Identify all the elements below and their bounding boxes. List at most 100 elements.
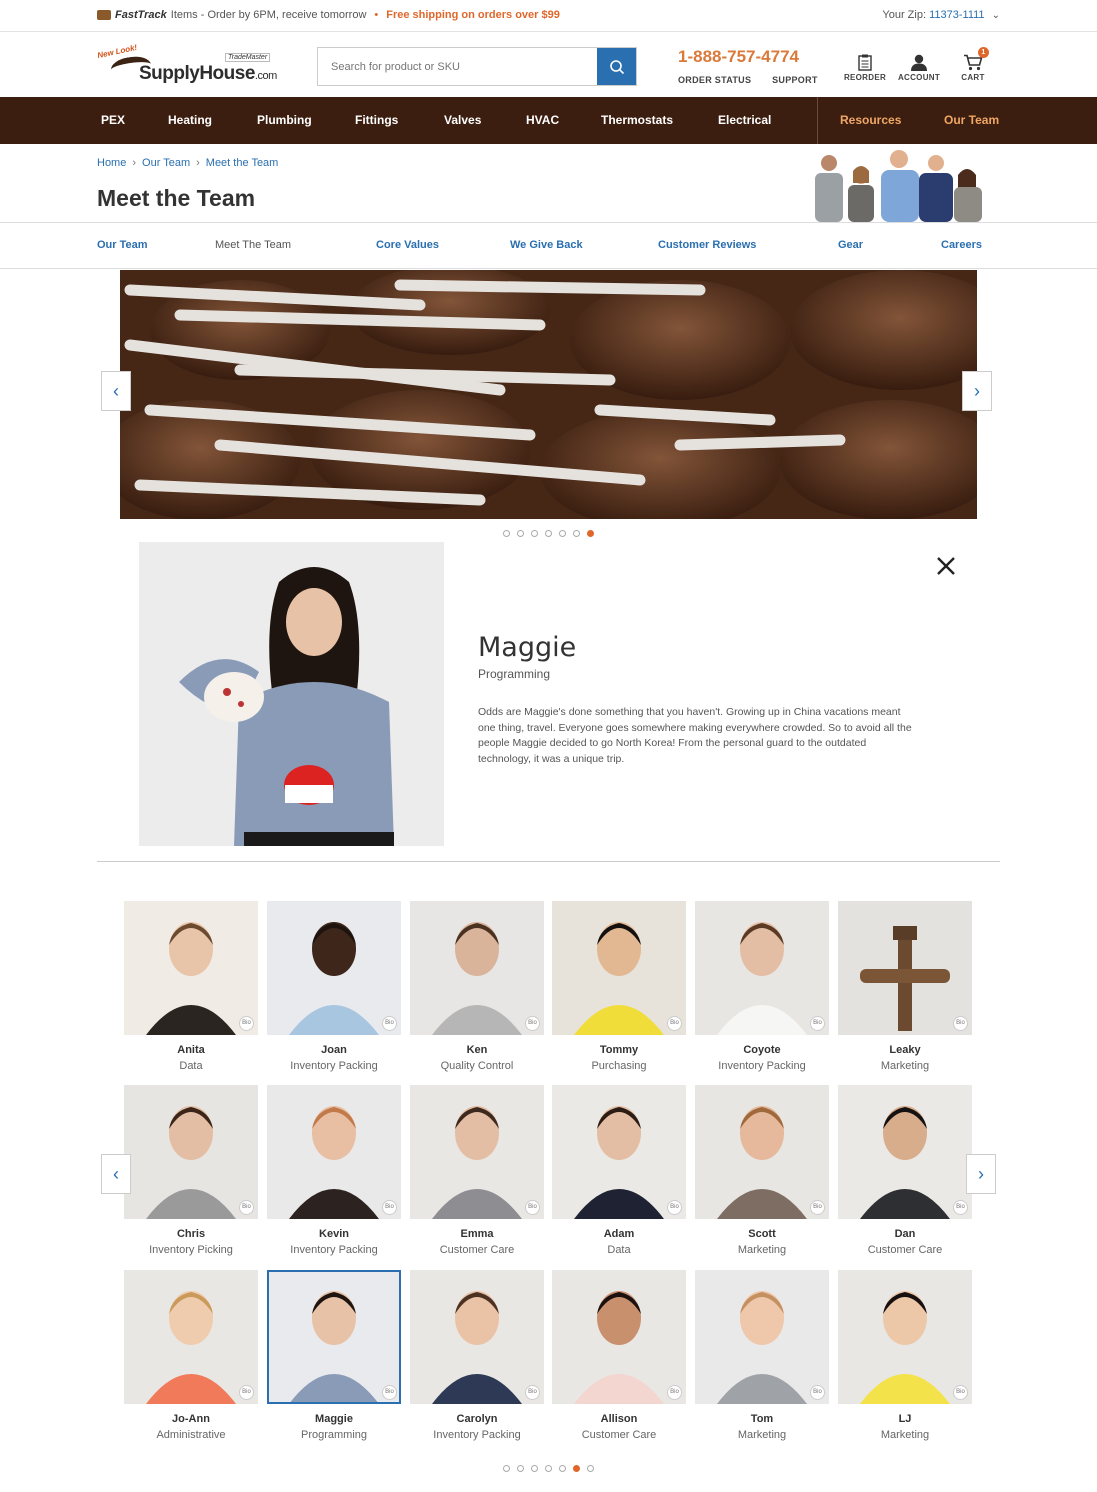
- search-input[interactable]: [318, 48, 598, 85]
- bio-badge[interactable]: Bio: [953, 1200, 968, 1215]
- team-member-photo[interactable]: Bio: [838, 1270, 972, 1404]
- pagination-dot-active[interactable]: [573, 1465, 580, 1472]
- free-shipping-link[interactable]: Free shipping on orders over $99: [386, 9, 560, 21]
- pagination-dot[interactable]: [559, 1465, 566, 1472]
- tab-gear[interactable]: Gear: [838, 239, 863, 251]
- pagination-dot[interactable]: [517, 530, 524, 537]
- nav-item-valves[interactable]: Valves: [444, 113, 481, 127]
- team-member-photo[interactable]: Bio: [410, 1270, 544, 1404]
- team-member-photo[interactable]: Bio: [552, 1085, 686, 1219]
- team-member-card[interactable]: Bio Dan Customer Care: [838, 1085, 972, 1256]
- pagination-dot[interactable]: [503, 530, 510, 537]
- grid-next-button[interactable]: ›: [966, 1154, 996, 1194]
- nav-item-resources[interactable]: Resources: [840, 113, 901, 127]
- bio-badge[interactable]: Bio: [382, 1200, 397, 1215]
- nav-item-pex[interactable]: PEX: [101, 113, 125, 127]
- team-member-card[interactable]: Bio Scott Marketing: [695, 1085, 829, 1256]
- tab-careers[interactable]: Careers: [941, 239, 982, 251]
- team-member-card[interactable]: Bio Allison Customer Care: [552, 1270, 686, 1441]
- team-member-card[interactable]: Bio Tom Marketing: [695, 1270, 829, 1441]
- nav-item-electrical[interactable]: Electrical: [718, 113, 771, 127]
- bio-badge[interactable]: Bio: [953, 1385, 968, 1400]
- bio-badge[interactable]: Bio: [810, 1385, 825, 1400]
- grid-prev-button[interactable]: ‹: [101, 1154, 131, 1194]
- pagination-dot[interactable]: [531, 1465, 538, 1472]
- team-member-photo[interactable]: Bio: [124, 901, 258, 1035]
- bio-badge[interactable]: Bio: [239, 1200, 254, 1215]
- pagination-dot[interactable]: [545, 530, 552, 537]
- breadcrumb-home[interactable]: Home: [97, 157, 126, 169]
- nav-item-thermostats[interactable]: Thermostats: [601, 113, 673, 127]
- team-member-photo[interactable]: Bio: [267, 901, 401, 1035]
- team-member-card[interactable]: Bio Carolyn Inventory Packing: [410, 1270, 544, 1441]
- bio-badge[interactable]: Bio: [810, 1016, 825, 1031]
- nav-item-plumbing[interactable]: Plumbing: [257, 113, 312, 127]
- team-member-photo[interactable]: Bio: [124, 1270, 258, 1404]
- bio-badge[interactable]: Bio: [667, 1016, 682, 1031]
- team-member-card[interactable]: Bio Kevin Inventory Packing: [267, 1085, 401, 1256]
- bio-badge[interactable]: Bio: [525, 1385, 540, 1400]
- bio-badge[interactable]: Bio: [667, 1200, 682, 1215]
- pagination-dot[interactable]: [517, 1465, 524, 1472]
- bio-badge[interactable]: Bio: [953, 1016, 968, 1031]
- team-member-card[interactable]: Bio Coyote Inventory Packing: [695, 901, 829, 1072]
- team-member-photo[interactable]: Bio: [552, 1270, 686, 1404]
- team-member-photo[interactable]: Bio: [695, 901, 829, 1035]
- pagination-dot[interactable]: [587, 1465, 594, 1472]
- site-logo[interactable]: New Look! TradeMaster SupplyHouse.com: [97, 43, 278, 87]
- team-member-photo[interactable]: Bio: [695, 1270, 829, 1404]
- close-icon[interactable]: [935, 555, 957, 577]
- bio-badge[interactable]: Bio: [239, 1385, 254, 1400]
- team-member-card[interactable]: Bio Jo-Ann Administrative: [124, 1270, 258, 1441]
- pagination-dot[interactable]: [503, 1465, 510, 1472]
- team-member-card[interactable]: Bio Joan Inventory Packing: [267, 901, 401, 1072]
- bio-badge[interactable]: Bio: [667, 1385, 682, 1400]
- banner-next-button[interactable]: ›: [962, 371, 992, 411]
- team-member-photo[interactable]: Bio: [124, 1085, 258, 1219]
- pagination-dot[interactable]: [573, 530, 580, 537]
- order-status-link[interactable]: ORDER STATUS: [678, 75, 751, 85]
- support-link[interactable]: SUPPORT: [772, 75, 818, 85]
- team-member-card[interactable]: Bio Chris Inventory Picking: [124, 1085, 258, 1256]
- phone-number[interactable]: 1-888-757-4774: [678, 47, 799, 67]
- team-member-photo[interactable]: Bio: [410, 1085, 544, 1219]
- team-member-photo[interactable]: Bio: [695, 1085, 829, 1219]
- team-member-photo[interactable]: Bio: [552, 901, 686, 1035]
- bio-badge[interactable]: Bio: [525, 1200, 540, 1215]
- team-member-photo[interactable]: Bio: [267, 1270, 401, 1404]
- team-member-photo[interactable]: Bio: [410, 901, 544, 1035]
- bio-badge[interactable]: Bio: [810, 1200, 825, 1215]
- team-member-card[interactable]: Bio LJ Marketing: [838, 1270, 972, 1441]
- nav-item-our-team[interactable]: Our Team: [944, 113, 999, 127]
- bio-badge[interactable]: Bio: [525, 1016, 540, 1031]
- team-member-card[interactable]: Bio Leaky Marketing: [838, 901, 972, 1072]
- bio-badge[interactable]: Bio: [382, 1385, 397, 1400]
- cart-button[interactable]: 1 CART: [948, 47, 998, 82]
- team-member-card[interactable]: Bio Emma Customer Care: [410, 1085, 544, 1256]
- pagination-dot[interactable]: [531, 530, 538, 537]
- tab-customer-reviews[interactable]: Customer Reviews: [658, 239, 756, 251]
- team-member-card[interactable]: Bio Adam Data: [552, 1085, 686, 1256]
- nav-item-hvac[interactable]: HVAC: [526, 113, 559, 127]
- nav-item-fittings[interactable]: Fittings: [355, 113, 398, 127]
- team-member-card[interactable]: Bio Ken Quality Control: [410, 901, 544, 1072]
- bio-badge[interactable]: Bio: [382, 1016, 397, 1031]
- tab-we-give-back[interactable]: We Give Back: [510, 239, 583, 251]
- team-member-card[interactable]: Bio Maggie Programming: [267, 1270, 401, 1441]
- zip-selector[interactable]: Your Zip: 11373-1111 ⌄: [882, 9, 1000, 21]
- tab-our-team[interactable]: Our Team: [97, 239, 148, 251]
- tab-meet-the-team[interactable]: Meet The Team: [215, 239, 291, 251]
- team-member-photo[interactable]: Bio: [838, 1085, 972, 1219]
- search-button[interactable]: [597, 48, 636, 85]
- pagination-dot[interactable]: [545, 1465, 552, 1472]
- nav-item-heating[interactable]: Heating: [168, 113, 212, 127]
- reorder-button[interactable]: REORDER: [840, 51, 890, 82]
- team-member-photo[interactable]: Bio: [838, 901, 972, 1035]
- tab-core-values[interactable]: Core Values: [376, 239, 439, 251]
- breadcrumb-our-team[interactable]: Our Team: [142, 157, 190, 169]
- bio-badge[interactable]: Bio: [239, 1016, 254, 1031]
- team-member-card[interactable]: Bio Anita Data: [124, 901, 258, 1072]
- team-member-card[interactable]: Bio Tommy Purchasing: [552, 901, 686, 1072]
- pagination-dot-active[interactable]: [587, 530, 594, 537]
- banner-prev-button[interactable]: ‹: [101, 371, 131, 411]
